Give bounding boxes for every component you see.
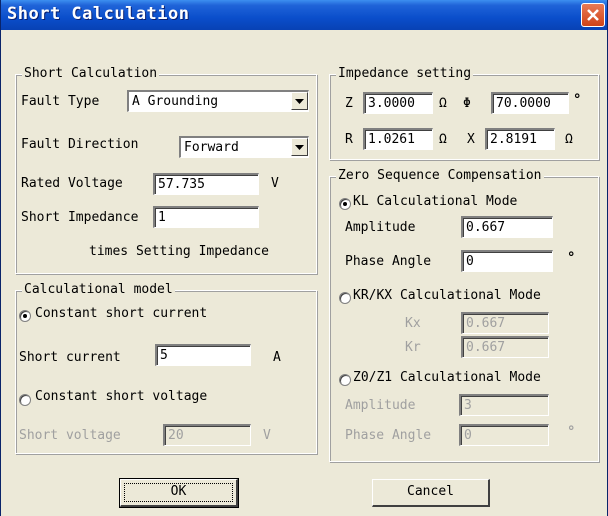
short-impedance-input[interactable]: 1 bbox=[153, 206, 259, 228]
title-bar[interactable]: Short Calculation bbox=[1, 0, 607, 30]
close-button[interactable] bbox=[581, 3, 605, 27]
window-title: Short Calculation bbox=[7, 4, 190, 24]
chevron-down-icon bbox=[295, 145, 304, 150]
kr-input[interactable]: 0.667 bbox=[461, 336, 549, 358]
kl-amplitude-label: Amplitude bbox=[345, 220, 416, 235]
close-icon bbox=[587, 9, 599, 21]
cancel-button-label: Cancel bbox=[407, 484, 454, 499]
kl-amplitude-input[interactable]: 0.667 bbox=[461, 216, 553, 238]
kl-phase-angle-label: Phase Angle bbox=[345, 254, 432, 269]
kl-mode-radio[interactable] bbox=[339, 198, 351, 210]
kl-phase-angle-input[interactable]: 0 bbox=[461, 250, 553, 272]
fault-direction-select[interactable]: Forward bbox=[179, 136, 309, 158]
krkx-mode-radio[interactable] bbox=[339, 292, 351, 304]
chevron-down-icon bbox=[295, 99, 304, 104]
z0z1-mode-radio[interactable] bbox=[339, 374, 351, 386]
constant-short-current-radio[interactable] bbox=[19, 310, 31, 322]
fault-type-dropdown-button[interactable] bbox=[291, 92, 308, 110]
z-label: Z bbox=[345, 96, 353, 111]
z-unit: Ω bbox=[439, 96, 447, 111]
short-calculation-legend: Short Calculation bbox=[22, 66, 160, 81]
short-voltage-input[interactable]: 20 bbox=[163, 424, 251, 446]
z-input[interactable]: 3.0000 bbox=[363, 92, 433, 114]
fault-type-label: Fault Type bbox=[21, 94, 100, 109]
z0z1-phase-angle-input[interactable]: 0 bbox=[459, 424, 549, 446]
short-calculation-dialog: Short Calculation Short Calculation Faul… bbox=[0, 0, 608, 516]
constant-short-current-label[interactable]: Constant short current bbox=[35, 306, 207, 321]
fault-direction-label: Fault Direction bbox=[21, 137, 139, 152]
ok-button-label: OK bbox=[170, 484, 187, 499]
short-current-label: Short current bbox=[19, 350, 121, 365]
short-voltage-label: Short voltage bbox=[19, 428, 121, 443]
z0z1-phase-angle-unit: ° bbox=[567, 424, 576, 440]
z0z1-phase-angle-label: Phase Angle bbox=[345, 428, 432, 443]
kx-input[interactable]: 0.667 bbox=[461, 312, 549, 334]
constant-short-voltage-radio[interactable] bbox=[19, 394, 31, 406]
short-voltage-unit: V bbox=[263, 428, 271, 443]
rated-voltage-unit: V bbox=[271, 176, 279, 191]
ok-button[interactable]: OK bbox=[119, 478, 239, 508]
z0z1-amplitude-input[interactable]: 3 bbox=[459, 394, 549, 416]
phi-unit: ° bbox=[573, 92, 582, 108]
impedance-setting-legend: Impedance setting bbox=[336, 66, 474, 81]
cancel-button[interactable]: Cancel bbox=[372, 479, 490, 507]
z0z1-mode-label[interactable]: Z0/Z1 Calculational Mode bbox=[353, 370, 541, 385]
fault-direction-dropdown-button[interactable] bbox=[291, 138, 308, 156]
z0z1-amplitude-label: Amplitude bbox=[345, 398, 416, 413]
short-impedance-label: Short Impedance bbox=[21, 210, 139, 225]
phi-label: Φ bbox=[463, 96, 471, 111]
r-unit: Ω bbox=[439, 132, 447, 147]
fault-type-select[interactable]: A Grounding bbox=[127, 90, 309, 112]
rated-voltage-label: Rated Voltage bbox=[21, 176, 123, 191]
r-label: R bbox=[345, 132, 353, 147]
fault-type-value: A Grounding bbox=[132, 94, 219, 109]
x-unit: Ω bbox=[565, 132, 573, 147]
kl-mode-label[interactable]: KL Calculational Mode bbox=[353, 194, 517, 209]
fault-direction-value: Forward bbox=[184, 140, 239, 155]
x-label: X bbox=[467, 132, 475, 147]
short-current-unit: A bbox=[273, 350, 281, 365]
phi-input[interactable]: 70.0000 bbox=[491, 92, 569, 114]
calculational-model-legend: Calculational model bbox=[22, 282, 175, 297]
x-input[interactable]: 2.8191 bbox=[485, 128, 555, 150]
short-current-input[interactable]: 5 bbox=[155, 344, 251, 366]
kl-phase-angle-unit: ° bbox=[567, 250, 576, 266]
r-input[interactable]: 1.0261 bbox=[363, 128, 433, 150]
krkx-mode-label[interactable]: KR/KX Calculational Mode bbox=[353, 288, 541, 303]
constant-short-voltage-label[interactable]: Constant short voltage bbox=[35, 389, 207, 404]
zero-sequence-compensation-legend: Zero Sequence Compensation bbox=[336, 168, 544, 183]
kr-label: Kr bbox=[405, 340, 421, 355]
kx-label: Kx bbox=[405, 316, 421, 331]
times-setting-impedance-text: times Setting Impedance bbox=[89, 244, 270, 259]
rated-voltage-input[interactable]: 57.735 bbox=[153, 173, 259, 195]
